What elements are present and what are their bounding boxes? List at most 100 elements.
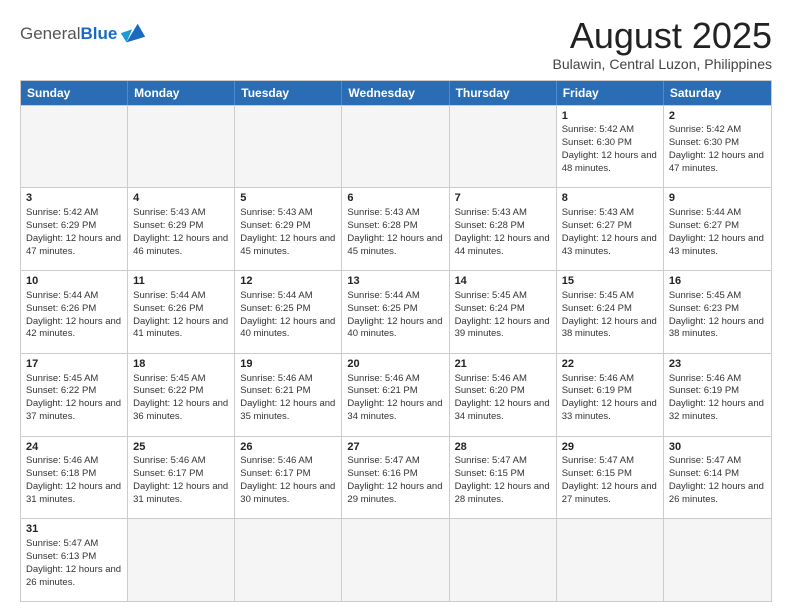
calendar-day-cell: 24Sunrise: 5:46 AM Sunset: 6:18 PM Dayli… [21,437,128,519]
day-info: Sunrise: 5:47 AM Sunset: 6:14 PM Dayligh… [669,455,764,504]
main-title: August 2025 [553,16,772,56]
day-number: 26 [240,440,336,455]
day-info: Sunrise: 5:44 AM Sunset: 6:25 PM Dayligh… [240,290,335,339]
calendar-day-cell: 30Sunrise: 5:47 AM Sunset: 6:14 PM Dayli… [664,437,771,519]
calendar-day-cell: 16Sunrise: 5:45 AM Sunset: 6:23 PM Dayli… [664,271,771,353]
logo-icon [119,20,147,48]
header: GeneralBlue August 2025 Bulawin, Central… [20,16,772,72]
day-number: 19 [240,357,336,372]
day-info: Sunrise: 5:47 AM Sunset: 6:15 PM Dayligh… [562,455,657,504]
calendar-day-cell: 4Sunrise: 5:43 AM Sunset: 6:29 PM Daylig… [128,188,235,270]
day-number: 21 [455,357,551,372]
calendar-day-cell [342,106,449,188]
calendar-day-cell [557,519,664,601]
calendar-day-cell: 3Sunrise: 5:42 AM Sunset: 6:29 PM Daylig… [21,188,128,270]
day-info: Sunrise: 5:46 AM Sunset: 6:19 PM Dayligh… [562,373,657,422]
calendar-week-row: 31Sunrise: 5:47 AM Sunset: 6:13 PM Dayli… [21,518,771,601]
day-info: Sunrise: 5:46 AM Sunset: 6:21 PM Dayligh… [240,373,335,422]
calendar-body: 1Sunrise: 5:42 AM Sunset: 6:30 PM Daylig… [21,105,771,601]
calendar-header-cell: Sunday [21,81,128,105]
day-number: 7 [455,191,551,206]
calendar-day-cell: 9Sunrise: 5:44 AM Sunset: 6:27 PM Daylig… [664,188,771,270]
day-number: 25 [133,440,229,455]
calendar-day-cell: 27Sunrise: 5:47 AM Sunset: 6:16 PM Dayli… [342,437,449,519]
day-info: Sunrise: 5:44 AM Sunset: 6:26 PM Dayligh… [133,290,228,339]
calendar-day-cell [664,519,771,601]
calendar-day-cell: 12Sunrise: 5:44 AM Sunset: 6:25 PM Dayli… [235,271,342,353]
day-number: 2 [669,109,766,124]
calendar-day-cell: 18Sunrise: 5:45 AM Sunset: 6:22 PM Dayli… [128,354,235,436]
calendar-header-cell: Tuesday [235,81,342,105]
calendar-day-cell: 5Sunrise: 5:43 AM Sunset: 6:29 PM Daylig… [235,188,342,270]
day-number: 16 [669,274,766,289]
calendar-week-row: 3Sunrise: 5:42 AM Sunset: 6:29 PM Daylig… [21,187,771,270]
calendar-day-cell [21,106,128,188]
day-info: Sunrise: 5:45 AM Sunset: 6:24 PM Dayligh… [455,290,550,339]
day-info: Sunrise: 5:47 AM Sunset: 6:16 PM Dayligh… [347,455,442,504]
calendar-day-cell: 17Sunrise: 5:45 AM Sunset: 6:22 PM Dayli… [21,354,128,436]
day-number: 17 [26,357,122,372]
calendar-day-cell [450,519,557,601]
calendar-header-cell: Wednesday [342,81,449,105]
calendar-header-cell: Monday [128,81,235,105]
calendar-day-cell: 11Sunrise: 5:44 AM Sunset: 6:26 PM Dayli… [128,271,235,353]
logo: GeneralBlue [20,20,147,48]
day-number: 5 [240,191,336,206]
day-info: Sunrise: 5:46 AM Sunset: 6:17 PM Dayligh… [133,455,228,504]
day-number: 15 [562,274,658,289]
day-number: 1 [562,109,658,124]
day-number: 27 [347,440,443,455]
calendar-day-cell: 21Sunrise: 5:46 AM Sunset: 6:20 PM Dayli… [450,354,557,436]
day-number: 30 [669,440,766,455]
day-number: 6 [347,191,443,206]
calendar-day-cell: 1Sunrise: 5:42 AM Sunset: 6:30 PM Daylig… [557,106,664,188]
day-info: Sunrise: 5:43 AM Sunset: 6:29 PM Dayligh… [133,207,228,256]
calendar-day-cell [128,519,235,601]
calendar-week-row: 1Sunrise: 5:42 AM Sunset: 6:30 PM Daylig… [21,105,771,188]
calendar: SundayMondayTuesdayWednesdayThursdayFrid… [20,80,772,602]
day-info: Sunrise: 5:47 AM Sunset: 6:13 PM Dayligh… [26,538,121,587]
calendar-week-row: 24Sunrise: 5:46 AM Sunset: 6:18 PM Dayli… [21,436,771,519]
day-info: Sunrise: 5:45 AM Sunset: 6:22 PM Dayligh… [133,373,228,422]
calendar-day-cell: 19Sunrise: 5:46 AM Sunset: 6:21 PM Dayli… [235,354,342,436]
day-number: 3 [26,191,122,206]
day-info: Sunrise: 5:46 AM Sunset: 6:19 PM Dayligh… [669,373,764,422]
day-info: Sunrise: 5:46 AM Sunset: 6:20 PM Dayligh… [455,373,550,422]
day-number: 22 [562,357,658,372]
day-info: Sunrise: 5:46 AM Sunset: 6:18 PM Dayligh… [26,455,121,504]
page: GeneralBlue August 2025 Bulawin, Central… [0,0,792,612]
calendar-day-cell: 26Sunrise: 5:46 AM Sunset: 6:17 PM Dayli… [235,437,342,519]
day-info: Sunrise: 5:43 AM Sunset: 6:27 PM Dayligh… [562,207,657,256]
day-info: Sunrise: 5:44 AM Sunset: 6:25 PM Dayligh… [347,290,442,339]
day-number: 12 [240,274,336,289]
calendar-day-cell: 10Sunrise: 5:44 AM Sunset: 6:26 PM Dayli… [21,271,128,353]
day-number: 10 [26,274,122,289]
calendar-day-cell: 13Sunrise: 5:44 AM Sunset: 6:25 PM Dayli… [342,271,449,353]
day-number: 11 [133,274,229,289]
day-number: 23 [669,357,766,372]
day-info: Sunrise: 5:42 AM Sunset: 6:29 PM Dayligh… [26,207,121,256]
calendar-day-cell: 15Sunrise: 5:45 AM Sunset: 6:24 PM Dayli… [557,271,664,353]
day-number: 20 [347,357,443,372]
calendar-day-cell [342,519,449,601]
calendar-day-cell [235,106,342,188]
calendar-day-cell: 6Sunrise: 5:43 AM Sunset: 6:28 PM Daylig… [342,188,449,270]
day-info: Sunrise: 5:45 AM Sunset: 6:22 PM Dayligh… [26,373,121,422]
day-info: Sunrise: 5:44 AM Sunset: 6:27 PM Dayligh… [669,207,764,256]
calendar-day-cell: 7Sunrise: 5:43 AM Sunset: 6:28 PM Daylig… [450,188,557,270]
calendar-week-row: 10 Sunrise: 5:44 AM Sunset: 6:26 PM Dayli… [21,270,771,353]
calendar-day-cell [450,106,557,188]
calendar-day-cell: 31Sunrise: 5:47 AM Sunset: 6:13 PM Dayli… [21,519,128,601]
calendar-day-cell: 28Sunrise: 5:47 AM Sunset: 6:15 PM Dayli… [450,437,557,519]
day-info: Sunrise: 5:47 AM Sunset: 6:15 PM Dayligh… [455,455,550,504]
title-block: August 2025 Bulawin, Central Luzon, Phil… [553,16,772,72]
calendar-day-cell: 20Sunrise: 5:46 AM Sunset: 6:21 PM Dayli… [342,354,449,436]
logo-general: General [20,24,80,43]
calendar-day-cell: 8Sunrise: 5:43 AM Sunset: 6:27 PM Daylig… [557,188,664,270]
day-number: 14 [455,274,551,289]
day-info: Sunrise: 5:43 AM Sunset: 6:28 PM Dayligh… [455,207,550,256]
day-number: 28 [455,440,551,455]
day-info: Sunrise: 5:43 AM Sunset: 6:28 PM Dayligh… [347,207,442,256]
calendar-day-cell: 22Sunrise: 5:46 AM Sunset: 6:19 PM Dayli… [557,354,664,436]
day-number: 31 [26,522,122,537]
